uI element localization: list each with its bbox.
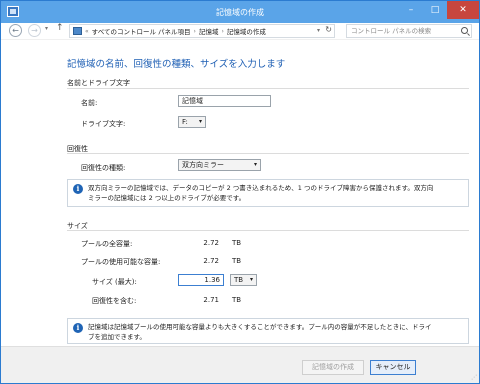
refresh-icon[interactable]: ↻ <box>325 25 332 34</box>
resiliency-type-select[interactable]: 双方向ミラー ▾ <box>178 159 261 171</box>
resiliency-info-box: i 双方向ミラーの記憶域では、データのコピーが 2 つ書き込まれるため、1 つの… <box>67 179 469 207</box>
close-button[interactable]: ✕ <box>447 1 479 19</box>
size-info-text-2: ブを追加できます。 <box>88 333 146 341</box>
breadcrumb-item-storage-spaces[interactable]: 記憶域 <box>199 26 219 36</box>
drive-letter-value: F: <box>182 118 188 126</box>
resiliency-info-text-1: 双方向ミラーの記憶域では、データのコピーが 2 つ書き込まれるため、1 つのドラ… <box>88 184 434 192</box>
up-arrow-icon[interactable]: ↑ <box>56 23 64 33</box>
search-placeholder: コントロール パネルの検索 <box>351 27 432 35</box>
search-icon[interactable] <box>461 27 468 34</box>
section-title-name: 名前とドライブ文字 <box>67 79 130 87</box>
cancel-button[interactable]: キャンセル <box>370 360 416 375</box>
address-bar[interactable]: « すべてのコントロール パネル項目 › 記憶域 › 記憶域の作成 ▾ ↻ <box>69 24 335 38</box>
pool-available-value: 2.72 <box>203 257 219 265</box>
pool-capacity-unit: TB <box>232 239 242 247</box>
address-dropdown-icon[interactable]: ▾ <box>317 27 320 34</box>
storage-space-window: 記憶域の作成 – □ ✕ ← → ▾ ↑ « すべてのコントロール パネル項目 … <box>0 0 480 384</box>
breadcrumb-item-all-items[interactable]: すべてのコントロール パネル項目 <box>92 26 191 36</box>
size-max-label: サイズ (最大): <box>92 278 137 286</box>
including-resiliency-unit: TB <box>232 296 242 304</box>
footer-bar: 記憶域の作成 キャンセル ⋰ <box>1 346 479 383</box>
info-icon: i <box>73 184 83 194</box>
minimize-button[interactable]: – <box>399 1 423 19</box>
search-input[interactable]: コントロール パネルの検索 <box>346 24 472 38</box>
resize-grip-icon[interactable]: ⋰ <box>471 374 477 381</box>
pool-capacity-value: 2.72 <box>203 239 219 247</box>
create-storage-space-button[interactable]: 記憶域の作成 <box>302 360 364 375</box>
chevron-down-icon: ▾ <box>249 276 253 283</box>
size-info-box: i 記憶域は記憶域プールの使用可能な容量よりも大きくすることができます。プール内… <box>67 318 469 344</box>
including-resiliency-label: 回復性を含む: <box>92 297 137 305</box>
divider <box>67 153 469 154</box>
pool-available-label: プールの使用可能な容量: <box>81 258 161 266</box>
resiliency-info-text-2: ミラーの記憶域には 2 つ以上のドライブが必要です。 <box>88 194 246 202</box>
pool-available-unit: TB <box>232 257 242 265</box>
breadcrumb-separator-icon[interactable]: › <box>221 28 223 35</box>
control-panel-icon <box>73 27 82 35</box>
pool-capacity-label: プールの全容量: <box>81 240 133 248</box>
size-info-text-1: 記憶域は記憶域プールの使用可能な容量よりも大きくすることができます。プール内の容… <box>88 323 432 331</box>
page-title: 記憶域の名前、回復性の種類、サイズを入力します <box>67 59 286 70</box>
breadcrumb-separator-icon[interactable]: › <box>194 28 196 35</box>
including-resiliency-value: 2.71 <box>203 296 219 304</box>
main-content: 記憶域の名前、回復性の種類、サイズを入力します 名前とドライブ文字 名前: 記憶… <box>1 40 479 346</box>
maximize-button[interactable]: □ <box>423 1 447 19</box>
size-input[interactable]: 1.36 <box>178 274 224 286</box>
drive-letter-label: ドライブ文字: <box>81 120 126 128</box>
name-label: 名前: <box>81 99 98 107</box>
size-unit-value: TB <box>234 276 244 284</box>
name-field[interactable]: 記憶域 <box>178 95 271 107</box>
recent-locations-icon[interactable]: ▾ <box>45 25 48 32</box>
drive-letter-select[interactable]: F: ▾ <box>178 116 206 128</box>
divider <box>67 230 469 231</box>
divider <box>67 88 469 89</box>
title-bar[interactable]: 記憶域の作成 – □ ✕ <box>1 1 479 23</box>
resiliency-type-label: 回復性の種類: <box>81 164 126 172</box>
forward-arrow-icon[interactable]: → <box>28 24 41 37</box>
info-icon: i <box>73 323 83 333</box>
breadcrumb-overflow-icon[interactable]: « <box>85 28 89 35</box>
chevron-down-icon: ▾ <box>253 161 257 168</box>
resiliency-type-value: 双方向ミラー <box>182 161 224 169</box>
back-arrow-icon[interactable]: ← <box>9 24 22 37</box>
chevron-down-icon: ▾ <box>198 118 202 125</box>
size-unit-select[interactable]: TB ▾ <box>230 274 257 286</box>
breadcrumb-item-create[interactable]: 記憶域の作成 <box>227 26 266 36</box>
navigation-bar: ← → ▾ ↑ « すべてのコントロール パネル項目 › 記憶域 › 記憶域の作… <box>1 23 479 39</box>
